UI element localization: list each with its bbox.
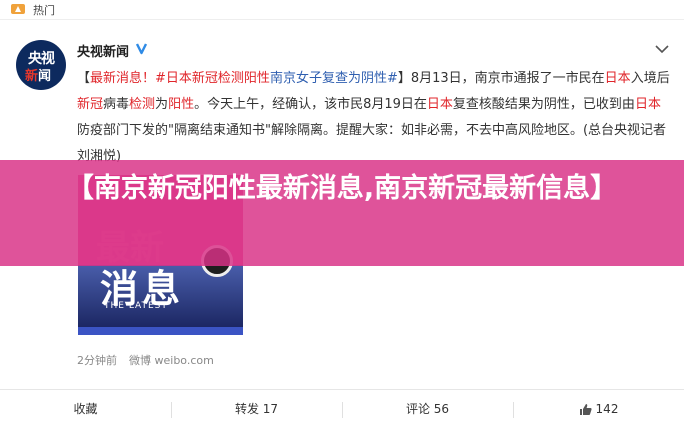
- like-count: 142: [595, 402, 619, 416]
- image-bottom-strip: [78, 327, 243, 335]
- author-name[interactable]: 央视新闻: [77, 41, 129, 60]
- repost-button[interactable]: 转发 17: [171, 390, 342, 429]
- hashtag-link-continued[interactable]: 南京女子复查为阴性#: [270, 71, 398, 86]
- chevron-down-icon[interactable]: [655, 44, 669, 54]
- title-banner: 【南京新冠阳性最新消息,南京新冠最新信息】: [0, 160, 684, 266]
- post-time[interactable]: 2分钟前: [77, 354, 117, 367]
- fire-icon: [11, 4, 25, 14]
- image-caption: THE LATEST: [104, 301, 168, 311]
- post-text: 【最新消息！#日本新冠检测阳性南京女子复查为阴性#】8月13日，南京市通报了一市…: [77, 71, 670, 164]
- like-button[interactable]: 142: [513, 390, 684, 429]
- avatar-text-line2: 新闻: [25, 69, 52, 84]
- banner-title: 【南京新冠阳性最新消息,南京新冠最新信息】: [66, 173, 618, 204]
- top-bar: 热门: [0, 0, 684, 20]
- favorite-button[interactable]: 收藏: [0, 390, 171, 429]
- thumbs-up-icon: [579, 404, 592, 415]
- comment-button[interactable]: 评论 56: [342, 390, 513, 429]
- verified-icon: [134, 41, 149, 56]
- hot-label[interactable]: 热门: [33, 2, 55, 18]
- post-source[interactable]: 微博 weibo.com: [129, 354, 214, 367]
- hashtag-link[interactable]: #日本新冠检测阳性: [155, 71, 270, 86]
- post-tag-latest: 最新消息！: [90, 71, 156, 86]
- avatar[interactable]: 央视 新闻: [16, 40, 66, 90]
- post-meta: 2分钟前 微博 weibo.com: [77, 352, 214, 368]
- action-bar: 收藏 转发 17 评论 56 142: [0, 389, 684, 429]
